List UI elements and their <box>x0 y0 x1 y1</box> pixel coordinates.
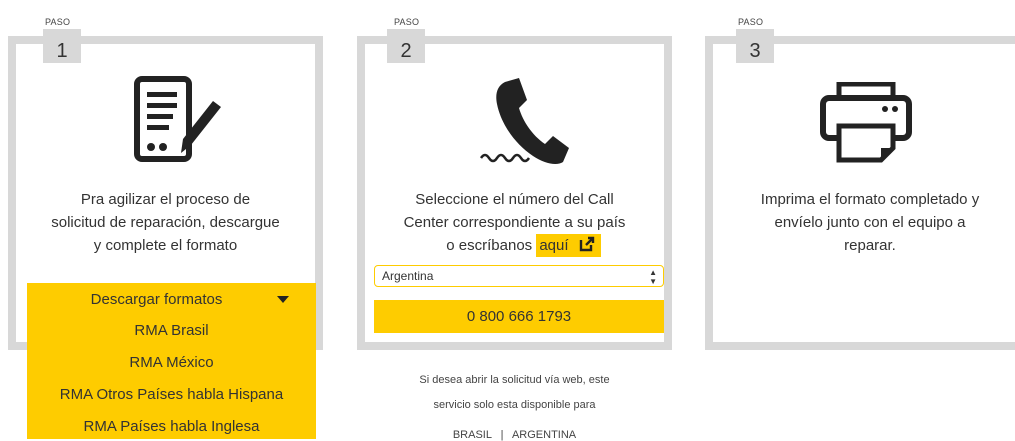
step-2-line-3: o escríbanos aquí <box>357 234 672 257</box>
download-rma-inglesa[interactable]: RMA Países habla Inglesa <box>27 418 316 435</box>
download-formats-label: Descargar formatos <box>90 291 223 308</box>
step-2-number-box: 2 <box>387 29 425 63</box>
step-1-number: 1 <box>56 40 68 62</box>
download-formats-panel: Descargar formatos RMA Brasil RMA México… <box>27 283 316 439</box>
step-2-tag: PASO <box>394 17 420 27</box>
links-separator: | <box>500 429 504 441</box>
web-note-line-1: Si desea abrir la solicitud vía web, est… <box>419 374 610 386</box>
caret-down-icon <box>277 296 289 303</box>
contact-here-label: aquí <box>539 237 569 254</box>
step-3-tag: PASO <box>738 17 764 27</box>
step-3-number: 3 <box>749 40 761 62</box>
step-1-number-box: 1 <box>43 29 81 63</box>
brasil-link[interactable]: BRASIL <box>453 429 492 441</box>
web-note-links: BRASIL | ARGENTINA <box>357 429 672 441</box>
step-1-description: Pra agilizar el proceso de solicitud de … <box>8 188 323 257</box>
contact-here-link[interactable]: aquí <box>536 234 601 257</box>
step-1-line-3: y complete el formato <box>93 237 238 254</box>
step-3-line-3: reparar. <box>844 237 896 254</box>
step-2-line-2: Center correspondiente a su país <box>403 214 626 231</box>
step-2-line-1: Seleccione el número del Call <box>415 191 614 208</box>
call-center-phone[interactable]: 0 800 666 1793 <box>374 300 664 333</box>
step-3-description: Imprima el formato completado y envíelo … <box>705 188 1015 257</box>
argentina-link[interactable]: ARGENTINA <box>512 429 576 441</box>
step-1-tag: PASO <box>45 17 71 27</box>
web-note-line-2: servicio solo esta disponible para <box>433 399 596 411</box>
step-1-line-2: solicitud de reparación, descargue <box>51 214 280 231</box>
select-arrows-icon: ▲ ▼ <box>649 268 657 286</box>
download-rma-hispana[interactable]: RMA Otros Países habla Hispana <box>27 386 316 403</box>
step-2-number: 2 <box>400 40 412 62</box>
external-link-icon <box>579 236 594 252</box>
step-1-line-1: Pra agilizar el proceso de <box>80 191 251 208</box>
phone-icon <box>475 78 570 173</box>
step-2-description: Seleccione el número del Call Center cor… <box>357 188 672 257</box>
country-select[interactable]: Argentina ▲ ▼ <box>374 265 664 287</box>
step-3-line-2: envíelo junto con el equipo a <box>774 214 966 231</box>
download-rma-mexico[interactable]: RMA México <box>27 354 316 371</box>
printer-icon <box>819 81 914 169</box>
document-edit-icon <box>133 75 223 170</box>
download-formats-toggle[interactable]: Descargar formatos <box>27 291 316 308</box>
step-2-line-3-text: o escríbanos <box>446 237 533 254</box>
download-rma-brasil[interactable]: RMA Brasil <box>27 322 316 339</box>
step-3-number-box: 3 <box>736 29 774 63</box>
step-3-line-1: Imprima el formato completado y <box>760 191 980 208</box>
country-select-value: Argentina <box>382 269 434 283</box>
